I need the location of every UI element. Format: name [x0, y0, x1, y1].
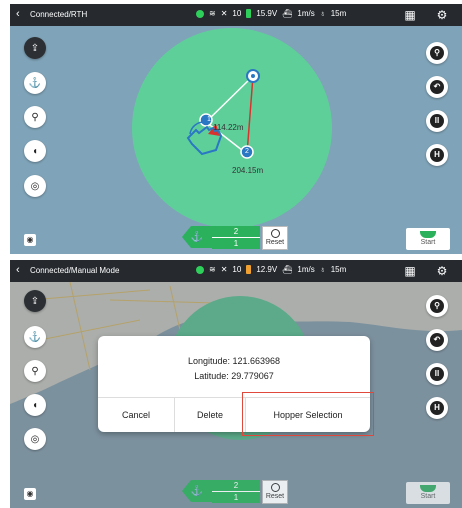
- waypoint-nav: ⚓ 2 1 Reset: [182, 226, 288, 250]
- location-pin-button[interactable]: ⚲: [426, 295, 448, 317]
- waypoint-nav: ⚓ 2 1 Reset: [182, 480, 288, 504]
- start-label: Start: [420, 493, 436, 500]
- connection-dot-icon: [196, 265, 204, 274]
- home-button[interactable]: H: [426, 144, 448, 166]
- map-view-rth: 1 2 114.22m 204.15m ‹ Connected/RTH ≋ ✕ …: [10, 4, 462, 254]
- connection-dot-icon: [196, 9, 204, 18]
- waypoint-2-label: 2: [245, 148, 249, 155]
- home-h-icon: H: [430, 401, 444, 415]
- start-button[interactable]: Start: [406, 228, 450, 250]
- record-icon[interactable]: ◉: [24, 488, 36, 500]
- reset-circle-icon: [270, 229, 280, 238]
- reset-label: Reset: [265, 239, 285, 246]
- boat-icon: [420, 485, 436, 492]
- speed: 1m/s: [297, 265, 315, 274]
- satellite-count: 10: [232, 265, 242, 274]
- waypoint-current: 1: [212, 238, 260, 249]
- map-view-manual: ‹ Connected/Manual Mode ≋ ✕ 10 12.9V ⛴ 1…: [10, 260, 462, 508]
- sonar-icon[interactable]: ◎: [24, 175, 46, 197]
- calendar-icon[interactable]: ▦: [402, 7, 418, 23]
- gear-icon[interactable]: ⚙: [434, 7, 450, 23]
- status-bar: ‹ Connected/Manual Mode ≋ ✕ 10 12.9V ⛴ 1…: [10, 260, 462, 282]
- wifi-icon: ≋: [209, 9, 216, 18]
- gps-center-icon[interactable]: ⇪: [24, 290, 46, 312]
- undo-icon: ↶: [430, 80, 444, 94]
- prev-waypoint-button[interactable]: ⚓: [182, 226, 212, 248]
- drop-anchor-icon[interactable]: ⚓: [24, 72, 46, 94]
- battery-icon: [246, 9, 252, 18]
- home-button[interactable]: H: [426, 397, 448, 419]
- home-h-icon: H: [430, 148, 444, 162]
- reset-label: Reset: [265, 493, 285, 500]
- battery-icon: [246, 265, 252, 274]
- boat-speed-icon: ⛴: [282, 265, 293, 274]
- cancel-button[interactable]: Cancel: [98, 398, 174, 432]
- reset-button[interactable]: Reset: [262, 226, 288, 250]
- light-icon[interactable]: ◖: [24, 140, 46, 162]
- undo-icon: ↶: [430, 333, 444, 347]
- voltage: 15.9V: [256, 9, 278, 18]
- pause-icon: II: [430, 114, 444, 128]
- start-button[interactable]: Start: [406, 482, 450, 504]
- anchor-icon: ⚓: [190, 485, 204, 497]
- waypoint-total: 2: [212, 480, 260, 492]
- latitude-text: Latitude: 29.779067: [194, 371, 274, 381]
- hook-icon[interactable]: ⚲: [24, 106, 46, 128]
- record-icon[interactable]: ◉: [24, 234, 36, 246]
- location-pin-icon: ⚲: [430, 46, 444, 60]
- reset-button[interactable]: Reset: [262, 480, 288, 504]
- undo-button[interactable]: ↶: [426, 76, 448, 98]
- speed: 1m/s: [297, 9, 315, 18]
- hook-icon[interactable]: ⚲: [24, 360, 46, 382]
- depth-icon: ♁: [319, 9, 326, 18]
- boat-speed-icon: ⛴: [282, 9, 293, 18]
- pause-button[interactable]: II: [426, 110, 448, 132]
- status-bar: ‹ Connected/RTH ≋ ✕ 10 15.9V ⛴ 1m/s ♁ 15…: [10, 4, 462, 26]
- delete-button[interactable]: Delete: [175, 398, 245, 432]
- pause-icon: II: [430, 367, 444, 381]
- wifi-icon: ≋: [209, 265, 216, 274]
- boat-icon: [420, 231, 436, 238]
- depth: 15m: [330, 265, 347, 274]
- highlight-box: [242, 392, 374, 436]
- gear-icon[interactable]: ⚙: [434, 263, 450, 279]
- calendar-icon[interactable]: ▦: [402, 263, 418, 279]
- distance-label-a: 114.22m: [213, 123, 244, 132]
- drop-anchor-icon[interactable]: ⚓: [24, 326, 46, 348]
- voltage: 12.9V: [256, 265, 278, 274]
- waypoint-current: 1: [212, 492, 260, 503]
- waypoint-counter: 2 1: [212, 226, 260, 249]
- telemetry: ≋ ✕ 10 12.9V ⛴ 1m/s ♁ 15m: [196, 265, 346, 274]
- waypoint-counter: 2 1: [212, 480, 260, 503]
- satellite-icon: ✕: [220, 265, 228, 274]
- depth-icon: ♁: [319, 265, 326, 274]
- waypoint-total: 2: [212, 226, 260, 238]
- waypoint-1-label: 1: [207, 116, 211, 123]
- light-icon[interactable]: ◖: [24, 394, 46, 416]
- location-pin-icon: ⚲: [430, 299, 444, 313]
- mode-label: Connected/Manual Mode: [30, 266, 120, 275]
- satellite-count: 10: [232, 9, 242, 18]
- distance-label-b: 204.15m: [232, 166, 264, 175]
- prev-waypoint-button[interactable]: ⚓: [182, 480, 212, 502]
- anchor-icon: ⚓: [190, 231, 204, 243]
- telemetry: ≋ ✕ 10 15.9V ⛴ 1m/s ♁ 15m: [196, 9, 346, 18]
- location-pin-button[interactable]: ⚲: [426, 42, 448, 64]
- chevron-left-icon[interactable]: ‹: [16, 264, 20, 276]
- satellite-icon: ✕: [220, 9, 228, 18]
- longitude-text: Longitude: 121.663968: [187, 356, 281, 366]
- gps-center-icon[interactable]: ⇪: [24, 37, 46, 59]
- depth: 15m: [330, 9, 347, 18]
- mode-label: Connected/RTH: [30, 10, 88, 19]
- sonar-icon[interactable]: ◎: [24, 428, 46, 450]
- undo-button[interactable]: ↶: [426, 329, 448, 351]
- start-label: Start: [420, 239, 436, 246]
- pause-button[interactable]: II: [426, 363, 448, 385]
- chevron-left-icon[interactable]: ‹: [16, 8, 20, 20]
- reset-circle-icon: [270, 483, 280, 492]
